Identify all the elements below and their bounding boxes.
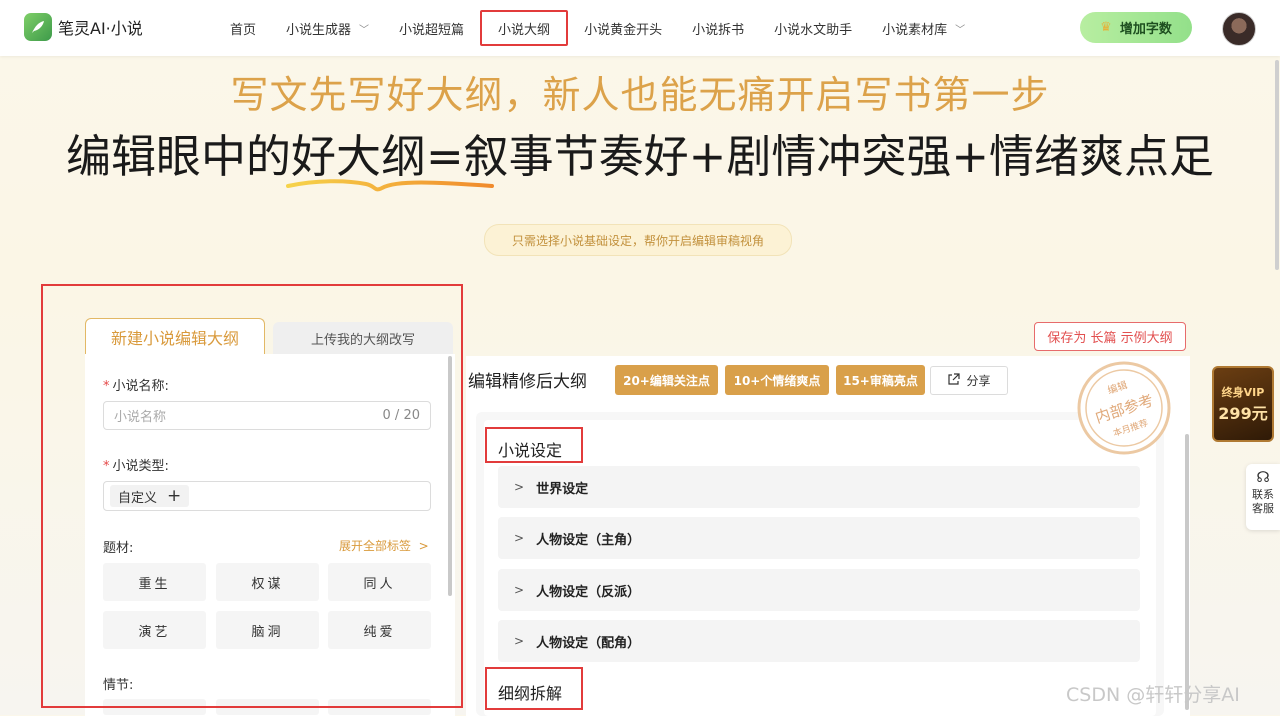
emotion-points-badge: 10+个情绪爽点 <box>725 365 829 395</box>
contact-support-button[interactable]: ☊ 联系客服 <box>1246 464 1280 530</box>
nav-label: 小说超短篇 <box>399 22 465 38</box>
nav-novel-generator[interactable]: 小说生成器 ﹀ <box>272 10 383 46</box>
section-novel-setting: 小说设定 <box>498 441 563 460</box>
save-as-example-button[interactable]: 保存为 长篇 示例大纲 <box>1034 322 1186 351</box>
nav-golden-opening[interactable]: 小说黄金开头 <box>570 10 676 46</box>
crown-icon: ♛ <box>1100 20 1112 35</box>
hero-formula: 编辑眼中的好大纲=叙事节奏好+剧情冲突强+情绪爽点足 <box>65 130 1215 183</box>
chevron-down-icon: ﹀ <box>359 24 370 36</box>
row-label: 人物设定（主角） <box>536 532 641 548</box>
chevron-down-icon: ﹀ <box>955 24 966 36</box>
subtitle-pill: 只需选择小说基础设定，帮你开启编辑审稿视角 <box>484 224 792 256</box>
logo-text: 笔灵AI·小说 <box>58 19 143 38</box>
nav-label: 首页 <box>230 22 257 38</box>
logo[interactable]: 笔灵AI·小说 <box>24 13 143 41</box>
page-scrollbar[interactable] <box>1275 60 1279 270</box>
nav-book-breakdown[interactable]: 小说拆书 <box>678 10 758 46</box>
row-supporting-setting[interactable]: > 人物设定（配角） <box>498 620 1140 662</box>
row-villain-setting[interactable]: > 人物设定（反派） <box>498 569 1140 611</box>
nav-home[interactable]: 首页 <box>216 10 270 46</box>
nav-label: 小说大纲 <box>498 22 551 38</box>
main-nav: 首页 小说生成器 ﹀ 小说超短篇 小说大纲 小说黄金开头 小说拆书 小说水文助手 … <box>216 0 981 56</box>
nav-novel-outline[interactable]: 小说大纲 <box>480 10 569 46</box>
vip-title: 终身VIP <box>1221 386 1265 399</box>
add-words-label: 增加字数 <box>1119 22 1172 37</box>
headset-icon: ☊ <box>1256 468 1270 486</box>
user-avatar[interactable] <box>1222 12 1256 46</box>
chevron-right-icon: > <box>514 531 525 545</box>
share-label: 分享 <box>966 374 991 388</box>
lifetime-vip-promo[interactable]: 终身VIP 299元 <box>1212 366 1274 442</box>
share-button[interactable]: 分享 <box>930 366 1008 395</box>
section-outline-breakdown: 细纲拆解 <box>498 684 563 703</box>
editor-focus-badge: 20+编辑关注点 <box>615 365 718 395</box>
nav-material-library[interactable]: 小说素材库 ﹀ <box>868 10 979 46</box>
outline-content <box>484 420 1156 716</box>
nav-label: 小说拆书 <box>692 22 745 38</box>
nav-label: 小说素材库 <box>882 22 948 38</box>
nav-label: 小说生成器 <box>286 22 352 38</box>
left-highlight-box <box>41 284 463 708</box>
feather-logo-icon <box>24 13 52 41</box>
squiggle-underline <box>286 179 494 192</box>
add-words-button[interactable]: ♛ 增加字数 <box>1080 12 1192 43</box>
preview-title: 编辑精修后大纲 <box>468 372 587 392</box>
chevron-right-icon: > <box>514 480 525 494</box>
nav-filler-assistant[interactable]: 小说水文助手 <box>760 10 866 46</box>
hero-headline: 写文先写好大纲，新人也能无痛开启写书第一步 <box>230 73 1050 117</box>
row-world-setting[interactable]: > 世界设定 <box>498 466 1140 508</box>
internal-reference-stamp: 编辑 内部参考 本月推荐 <box>1077 361 1171 455</box>
nav-label: 小说水文助手 <box>774 22 853 38</box>
nav-short-story[interactable]: 小说超短篇 <box>385 10 478 46</box>
top-header: 笔灵AI·小说 首页 小说生成器 ﹀ 小说超短篇 小说大纲 小说黄金开头 小说拆书… <box>0 0 1280 56</box>
row-label: 人物设定（配角） <box>536 635 641 651</box>
row-label: 世界设定 <box>536 481 589 497</box>
review-highlights-badge: 15+审稿亮点 <box>836 365 925 395</box>
preview-scrollbar[interactable] <box>1185 434 1189 710</box>
row-label: 人物设定（反派） <box>536 584 641 600</box>
share-icon <box>947 372 961 389</box>
csdn-watermark: CSDN @轩轩分享AI <box>1066 684 1240 706</box>
nav-label: 小说黄金开头 <box>584 22 663 38</box>
contact-label: 联系客服 <box>1252 488 1274 515</box>
vip-price: 299元 <box>1218 404 1268 423</box>
row-protagonist-setting[interactable]: > 人物设定（主角） <box>498 517 1140 559</box>
chevron-right-icon: > <box>514 634 525 648</box>
chevron-right-icon: > <box>514 583 525 597</box>
